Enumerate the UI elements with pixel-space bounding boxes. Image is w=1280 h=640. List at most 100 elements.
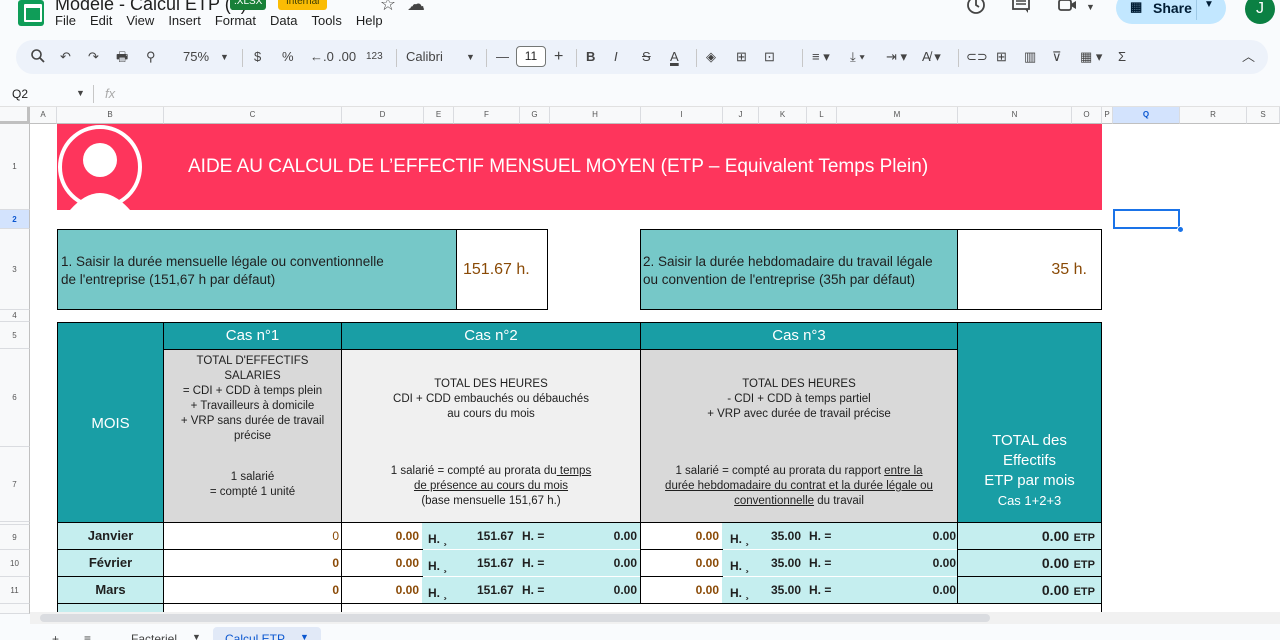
column-header[interactable]: O [1072, 107, 1102, 124]
cas3-hours-cell[interactable]: 0.00 [640, 549, 723, 577]
row-header[interactable]: 7 [0, 447, 30, 522]
filter-icon[interactable]: ⊽ [1052, 48, 1062, 66]
currency-button[interactable]: $ [254, 48, 261, 66]
name-box[interactable]: Q2 [12, 87, 28, 101]
insert-chart-icon[interactable]: ▥ [1024, 48, 1036, 66]
column-header[interactable]: A [30, 107, 57, 124]
month-cell[interactable]: Janvier [57, 522, 164, 550]
zoom-select[interactable]: 75% [176, 48, 216, 66]
more-formats-button[interactable]: 123 [366, 48, 383, 66]
cas2-hours-cell[interactable]: 0.00 [341, 576, 423, 604]
font-dropdown-icon[interactable]: ▼ [466, 48, 475, 66]
column-header[interactable]: R [1180, 107, 1247, 124]
row-header[interactable]: 5 [0, 322, 30, 349]
add-sheet-icon[interactable]: + [52, 632, 59, 640]
row-header[interactable]: 10 [0, 550, 30, 577]
search-menus-icon[interactable] [30, 48, 46, 66]
column-header[interactable]: L [807, 107, 837, 124]
menu-tools[interactable]: Tools [311, 13, 341, 28]
cloud-status-icon[interactable]: ☁ [404, 0, 428, 16]
tab-facteriel[interactable]: Facteriel [131, 632, 177, 640]
collapse-toolbar-icon[interactable]: ︿ [1242, 48, 1255, 66]
internal-badge[interactable]: Internal [278, 0, 328, 10]
italic-button[interactable]: I [614, 48, 618, 66]
share-dropdown-icon[interactable]: ▼ [1204, 0, 1214, 10]
column-header[interactable]: S [1247, 107, 1280, 124]
history-icon[interactable] [964, 0, 988, 19]
text-wrapping-icon[interactable]: ⇥ ▾ [886, 48, 907, 66]
row-header[interactable]: 3 [0, 229, 30, 310]
paint-format-icon[interactable]: ⚲ [146, 48, 156, 66]
sheets-logo-icon[interactable] [18, 0, 44, 26]
merge-cells-icon[interactable]: ⊡ [764, 48, 775, 66]
meet-icon[interactable] [1056, 0, 1080, 19]
column-header[interactable]: D [342, 107, 424, 124]
decrease-font-size-icon[interactable]: — [496, 48, 509, 66]
column-header[interactable]: E [424, 107, 454, 124]
month-cell[interactable]: Mars [57, 576, 164, 604]
insert-comment-icon[interactable]: ⊞ [996, 48, 1007, 66]
selected-cell-q2[interactable] [1113, 209, 1180, 229]
undo-icon[interactable]: ↶ [60, 48, 71, 66]
text-rotation-icon[interactable]: A̸ ▾ [922, 48, 941, 66]
borders-icon[interactable]: ⊞ [736, 48, 747, 66]
increase-font-size-icon[interactable]: + [554, 48, 563, 66]
meet-dropdown-icon[interactable]: ▼ [1086, 2, 1095, 12]
tab-calcul-etp-dropdown-icon[interactable]: ▼ [300, 632, 309, 640]
row-header[interactable]: 6 [0, 349, 30, 447]
all-sheets-icon[interactable]: ≡ [84, 632, 91, 640]
vertical-align-icon[interactable]: ⤓ ▾ [850, 48, 865, 66]
fill-color-icon[interactable]: ◈ [706, 48, 716, 66]
column-header[interactable]: I [641, 107, 723, 124]
column-header[interactable]: F [454, 107, 520, 124]
column-header[interactable]: H [550, 107, 641, 124]
comments-icon[interactable] [1009, 0, 1033, 19]
month-cell[interactable]: Février [57, 549, 164, 577]
column-header-selected[interactable]: Q [1113, 107, 1180, 124]
cas3-hours-cell[interactable]: 0.00 [640, 522, 723, 550]
percent-button[interactable]: % [282, 48, 294, 66]
menu-edit[interactable]: Edit [90, 13, 112, 28]
name-box-dropdown-icon[interactable]: ▼ [76, 88, 85, 98]
avatar[interactable]: J [1245, 0, 1275, 24]
share-button[interactable]: ▦ Share ▼ [1116, 0, 1226, 24]
print-icon[interactable]: 🖶 [116, 48, 128, 66]
horizontal-align-icon[interactable]: ≡ ▾ [812, 48, 830, 66]
column-header[interactable]: B [57, 107, 164, 124]
menu-file[interactable]: File [55, 13, 76, 28]
row-header[interactable]: 11 [0, 577, 30, 604]
tab-facteriel-dropdown-icon[interactable]: ▼ [192, 632, 201, 640]
filter-views-icon[interactable]: ▦ ▾ [1080, 48, 1102, 66]
redo-icon[interactable]: ↷ [88, 48, 99, 66]
increase-decimal-button[interactable]: .00 [338, 48, 356, 66]
fill-handle[interactable] [1177, 226, 1184, 233]
strikethrough-button[interactable]: S [642, 48, 651, 66]
column-header[interactable]: K [759, 107, 807, 124]
cas1-input-cell[interactable]: 0 [163, 549, 342, 577]
zoom-dropdown-icon[interactable]: ▼ [220, 48, 229, 66]
column-header[interactable]: M [837, 107, 958, 124]
menu-data[interactable]: Data [270, 13, 297, 28]
text-color-button[interactable]: A [670, 48, 679, 66]
tab-calcul-etp[interactable]: Calcul ETP [225, 632, 285, 640]
decrease-decimal-button[interactable]: ←.0 [310, 48, 334, 66]
column-header[interactable]: J [723, 107, 759, 124]
column-header[interactable]: N [958, 107, 1072, 124]
insert-link-icon[interactable]: ⊂⊃ [966, 48, 988, 66]
input1-value-cell[interactable]: 151.67 h. [456, 229, 548, 310]
menu-help[interactable]: Help [356, 13, 383, 28]
row-header[interactable]: 4 [0, 310, 30, 322]
column-header[interactable]: C [164, 107, 342, 124]
input2-value-cell[interactable]: 35 h. [957, 229, 1102, 310]
row-header[interactable] [0, 604, 30, 614]
cas2-hours-cell[interactable]: 0.00 [341, 549, 423, 577]
row-header[interactable]: 9 [0, 525, 30, 550]
functions-icon[interactable]: Σ [1118, 48, 1126, 66]
menu-insert[interactable]: Insert [168, 13, 201, 28]
menu-format[interactable]: Format [215, 13, 256, 28]
font-size-input[interactable]: 11 [516, 46, 546, 67]
cas1-input-cell[interactable]: 0 [163, 522, 342, 550]
cas3-hours-cell[interactable]: 0.00 [640, 576, 723, 604]
select-all-corner[interactable] [0, 107, 30, 124]
scrollbar-thumb[interactable] [40, 614, 990, 622]
